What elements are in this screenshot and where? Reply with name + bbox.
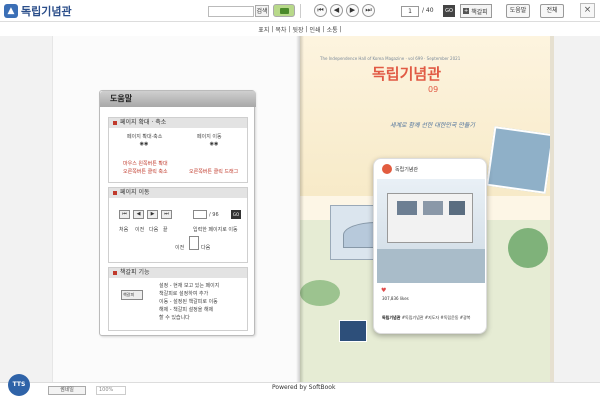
subnav-divider: | [288, 25, 291, 33]
zoom-section-header: 페이지 확대 · 축소 [109, 118, 247, 128]
subnav-back[interactable]: 뒷장 [292, 25, 303, 34]
bookmark-section-title: 책갈피 기능 [120, 269, 150, 276]
go-sample: GO [231, 210, 241, 219]
bookmark-desc-2: 책갈피로 설정하여 추가 [159, 291, 209, 297]
next-page-button[interactable]: ▶ [346, 4, 359, 17]
move-hint: 오른쪽버튼 클릭 드래그 [189, 169, 239, 175]
move-label: 페이지 이동 [197, 134, 222, 140]
subnav-toc[interactable]: 목차 [275, 25, 286, 34]
magazine-title: 독립기념관 [372, 65, 442, 83]
page-edge [550, 36, 554, 382]
first-label: 처음 [119, 227, 129, 233]
bookmark-button[interactable]: + 책갈피 [460, 4, 492, 18]
last-label: 끝 [163, 227, 168, 233]
app-logo[interactable]: ▲ 독립기념관 [4, 3, 72, 19]
page-total: / 40 [422, 7, 434, 14]
mouse-icon: ◉◉ [139, 141, 149, 147]
subnav-divider: | [271, 25, 274, 33]
first-page-button[interactable]: ⏮ [314, 4, 327, 17]
post-account: 독립기념관 [395, 166, 419, 173]
page-move-help-section: 페이지 이동 ⏮ ◀ ▶ ⏭ / 96 GO 처음 이전 다음 끝 입력한 페이… [108, 187, 248, 263]
subnav-divider: | [322, 25, 325, 33]
fullscreen-button[interactable]: 전체 [540, 4, 564, 18]
prev-page-button[interactable]: ◀ [330, 4, 343, 17]
last-page-button[interactable]: ⏭ [362, 4, 375, 17]
search-input[interactable] [208, 6, 254, 17]
bookmark-sample-button: 책갈피 [121, 290, 143, 300]
mouse-icon: ◉◉ [209, 141, 219, 147]
zoom-hint-1: 마우스 왼쪽버튼 확대 [123, 161, 168, 167]
avatar [382, 164, 392, 174]
post-caption-text: #독립기념관 #지도자 #독립운동 #광복 [401, 315, 471, 320]
building-icon: ▲ [4, 4, 18, 18]
bookmark-section-header: 책갈피 기능 [109, 268, 247, 278]
zoom-select[interactable]: 100% [96, 386, 126, 395]
next-page-icon: ▶ [147, 210, 158, 219]
powered-by: Powered by SoftBook [272, 384, 336, 391]
next-arrow-label: 다음 [201, 245, 211, 251]
subnav-divider: | [339, 25, 342, 33]
magazine-issue: 09 [428, 85, 439, 94]
subnav-share[interactable]: 소통 [327, 25, 338, 34]
tree-illustration [300, 280, 340, 306]
bookmark-desc-5: 할 수 있습니다 [159, 315, 190, 321]
help-title: 도움말 [100, 91, 256, 107]
post-likes: 307,836 likes [382, 296, 409, 301]
search-button[interactable]: 검색 [255, 5, 269, 17]
page-input-sample [193, 210, 207, 219]
zoom-help-section: 페이지 확대 · 축소 페이지 확대·축소 페이지 이동 ◉◉ ◉◉ 마우스 왼… [108, 117, 248, 183]
post-caption-user: 독립기념관 [382, 315, 401, 320]
bookmark-desc-1: 설정 - 현재 보고 있는 페이지 [159, 283, 220, 289]
post-header: 독립기념관 [382, 164, 418, 174]
book-icon[interactable] [273, 4, 295, 17]
subnav-cover[interactable]: 표지 [258, 25, 269, 34]
first-page-icon: ⏮ [119, 210, 130, 219]
post-image [377, 179, 485, 283]
help-panel: 도움말 페이지 확대 · 축소 페이지 확대·축소 페이지 이동 ◉◉ ◉◉ 마… [99, 90, 256, 336]
post-caption: 독립기념관 #독립기념관 #지도자 #독립운동 #광복 [382, 315, 482, 320]
help-button[interactable]: 도움말 [506, 4, 530, 18]
logo-text: 독립기념관 [21, 5, 72, 18]
postcard-illustration [339, 320, 367, 342]
magazine-subtitle: The Independence Hall of Korea Magazine … [320, 56, 461, 61]
bullet-icon [113, 191, 117, 195]
last-page-icon: ⏭ [161, 210, 172, 219]
book-spine [296, 36, 304, 382]
tree-illustration [508, 228, 548, 268]
prev-label: 이전 [135, 227, 145, 233]
tts-button[interactable]: TTS [8, 374, 30, 396]
go-button[interactable]: GO [443, 5, 455, 17]
bookmark-plus-icon: + [463, 8, 470, 14]
bullet-icon [113, 271, 117, 275]
subnav-divider: | [305, 25, 308, 33]
bookmark-desc-4: 해제 - 책갈피 설정을 해제 [159, 307, 214, 313]
sub-navigation: 표지 | 목차 | 뒷장 | 인쇄 | 소통 | [0, 22, 600, 36]
heart-icon: ♥ [381, 287, 387, 294]
zoom-section-title: 페이지 확대 · 축소 [120, 119, 167, 126]
zoom-hint-2: 오른쪽버튼 클릭 축소 [123, 169, 168, 175]
zoom-label: 페이지 확대·축소 [127, 134, 163, 140]
top-toolbar: ▲ 독립기념관 검색 ⏮ ◀ ▶ ⏭ 1 / 40 GO + 책갈피 도움말 전… [0, 0, 600, 22]
page-corner-icon [189, 236, 199, 250]
photo-collage [486, 126, 554, 194]
page-number-input[interactable]: 1 [401, 6, 419, 17]
move-section-header: 페이지 이동 [109, 188, 247, 198]
bookmark-desc-3: 이동 - 설정된 책갈피로 이동 [159, 299, 218, 305]
thumbnail-button[interactable]: 썸네일 [48, 386, 86, 395]
phone-post-illustration: 독립기념관 ♥ 307,836 likes 독립기념관 #독립기념관 #지도자 … [373, 158, 487, 334]
prev-page-icon: ◀ [133, 210, 144, 219]
move-section-title: 페이지 이동 [120, 189, 150, 196]
go-page-label: 입력한 페이지로 이동 [193, 227, 238, 233]
page-total-sample: / 96 [209, 212, 219, 218]
prev-arrow-label: 이전 [175, 245, 185, 251]
bookmark-label: 책갈피 [471, 8, 488, 16]
bookmark-help-section: 책갈피 기능 책갈피 설정 - 현재 보고 있는 페이지 책갈피로 설정하여 추… [108, 267, 248, 331]
close-icon[interactable]: × [580, 3, 595, 18]
magazine-slogan: 세계로 함께 선한 대한민국 만들기 [390, 122, 475, 129]
subnav-print[interactable]: 인쇄 [310, 25, 321, 34]
next-label: 다음 [149, 227, 159, 233]
bullet-icon [113, 121, 117, 125]
toolbar-divider [300, 4, 301, 18]
